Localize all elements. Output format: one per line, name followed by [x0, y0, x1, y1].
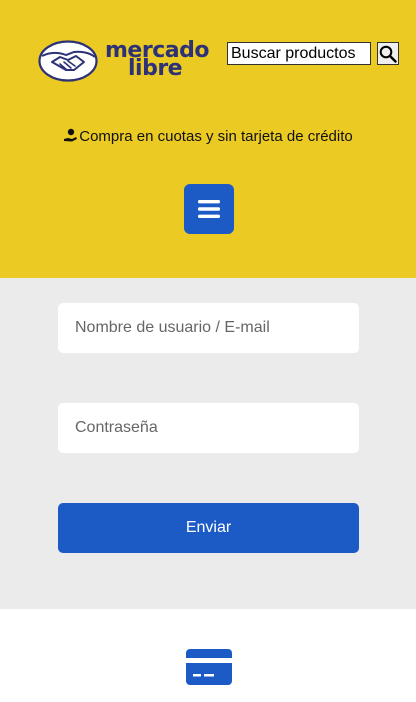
page: mercado libre Compra en cuotas y sin tar…	[0, 0, 416, 702]
submit-button[interactable]: Enviar	[58, 503, 359, 553]
hamburger-menu-icon	[198, 200, 220, 218]
username-field[interactable]	[58, 303, 359, 353]
logo-text-libre: libre	[128, 56, 183, 81]
promo-text: Compra en cuotas y sin tarjeta de crédit…	[79, 128, 353, 145]
credit-card-icon	[186, 649, 232, 685]
logo-link[interactable]: mercado libre	[38, 38, 213, 84]
search-input[interactable]	[227, 42, 371, 65]
search-icon	[379, 45, 397, 63]
password-field[interactable]	[58, 403, 359, 453]
hand-coin-icon	[64, 128, 78, 142]
login-form: Enviar	[0, 278, 416, 609]
menu-button[interactable]	[184, 184, 234, 234]
header: mercado libre Compra en cuotas y sin tar…	[0, 0, 416, 278]
promo-banner: Compra en cuotas y sin tarjeta de crédit…	[0, 128, 416, 145]
handshake-icon	[38, 40, 98, 82]
search-button[interactable]	[377, 42, 399, 65]
